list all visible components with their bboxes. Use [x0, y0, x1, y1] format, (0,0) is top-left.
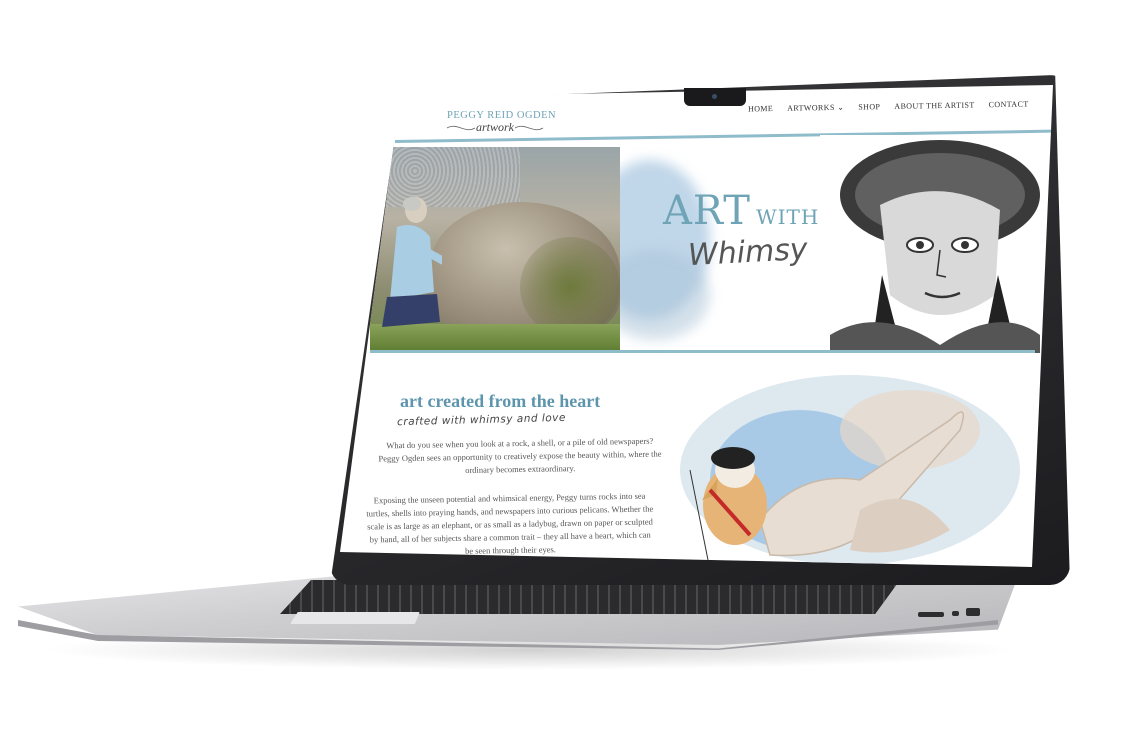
hero-bottom-rule: [370, 350, 1035, 353]
hero-script-whimsy: Whimsy: [687, 231, 809, 274]
nav-contact[interactable]: CONTACT: [989, 100, 1029, 110]
nav-home[interactable]: HOME: [748, 104, 773, 113]
pelican-sculpture-image: [680, 375, 1020, 565]
nav-artworks[interactable]: ARTWORKS ⌄: [787, 103, 844, 113]
hero-photo-artist-painting-rock: [370, 147, 620, 352]
rock-moss: [520, 237, 620, 337]
hero-title: ART WITH: [663, 188, 819, 234]
intro-paragraph-1: What do you see when you look at a rock,…: [378, 435, 662, 475]
sd-card-port: [918, 612, 944, 617]
hdmi-port: [966, 608, 980, 616]
laptop-trackpad-edge: [290, 612, 420, 624]
camera-notch: [684, 88, 746, 106]
nav-about[interactable]: ABOUT THE ARTIST: [894, 100, 974, 110]
hero-title-art: ART: [663, 188, 751, 234]
section-title: art created from the heart: [400, 391, 601, 411]
nav-shop[interactable]: SHOP: [858, 102, 880, 111]
main-nav: HOME ARTWORKS ⌄ SHOP ABOUT THE ARTIST CO…: [748, 100, 1029, 114]
mockup-stage: PEGGY REID OGDEN artwork HOME ARTWORKS ⌄…: [0, 0, 1125, 750]
intro-paragraph-2: Exposing the unseen potential and whimsi…: [366, 490, 654, 556]
laptop-keyboard: [280, 580, 900, 614]
camera-icon: [712, 94, 717, 99]
usb-c-port: [952, 611, 959, 616]
portrait-illustration: [820, 135, 1040, 353]
section-subtitle: crafted with whimsy and love: [396, 411, 567, 429]
hero-title-with: WITH: [756, 205, 820, 229]
artist-figure: [382, 197, 442, 327]
site-logo-sub[interactable]: artwork: [476, 120, 514, 135]
